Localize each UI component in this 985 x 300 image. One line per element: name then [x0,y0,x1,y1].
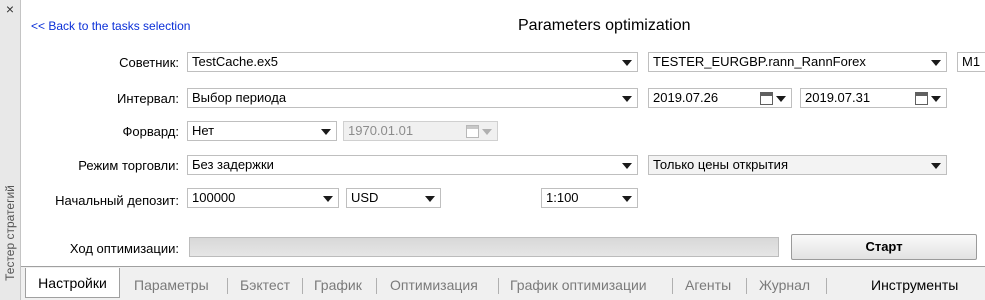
symbol-select[interactable]: TESTER_EURGBP.rann_RannForex [648,52,947,72]
forward-value: Нет [192,123,215,138]
calendar-icon [466,125,479,138]
tab-bar: Настройки Параметры Бэктест График Оптим… [21,267,985,300]
page-title: Parameters optimization [518,17,691,34]
chevron-down-icon [776,96,786,102]
progress-label: Ход оптимизации: [69,241,179,256]
currency-value: USD [351,190,379,205]
chevron-down-icon [323,196,333,202]
settings-panel: << Back to the tasks selection Parameter… [21,0,985,267]
tab-optimization-chart[interactable]: График оптимизации [510,271,647,299]
date-to-value: 2019.07.31 [805,90,871,105]
chevron-down-icon [482,129,492,135]
chevron-down-icon [931,96,941,102]
tab-divider [672,278,673,294]
timeframe-value: M1 [962,54,981,69]
tab-divider [746,278,747,294]
tab-divider [227,278,228,294]
calendar-icon [760,92,773,105]
date-to-picker[interactable]: 2019.07.31 [800,88,947,108]
strategy-tester-sidebar: × Тестер стратегий [0,0,21,300]
delay-value: Без задержки [192,157,274,172]
date-from-value: 2019.07.26 [653,90,719,105]
tab-backtest[interactable]: Бэктест [240,271,290,299]
forward-date-value: 1970.01.01 [348,123,414,138]
forward-date-picker: 1970.01.01 [343,121,498,141]
tab-settings[interactable]: Настройки [25,268,120,298]
expert-label: Советник: [119,55,179,70]
chevron-down-icon [425,196,435,202]
optimization-progress-bar [189,237,779,257]
start-button[interactable]: Старт [791,234,977,260]
back-to-tasks-link[interactable]: << Back to the tasks selection [31,19,190,33]
trade-mode-label: Режим торговли: [78,158,179,173]
currency-select[interactable]: USD [346,188,441,208]
forward-select[interactable]: Нет [187,121,337,141]
tab-optimization[interactable]: Оптимизация [390,271,478,299]
delay-select[interactable]: Без задержки [187,155,638,175]
chevron-down-icon [931,163,941,169]
date-from-picker[interactable]: 2019.07.26 [648,88,792,108]
tab-agents[interactable]: Агенты [685,271,731,299]
chevron-down-icon [321,129,331,135]
chevron-down-icon [622,163,632,169]
deposit-amount-value: 100000 [192,190,236,205]
forward-label: Форвард: [122,124,179,139]
model-select[interactable]: Только цены открытия [648,155,947,175]
leverage-value: 1:100 [546,190,579,205]
tab-journal[interactable]: Журнал [759,271,810,299]
tab-parameters[interactable]: Параметры [134,271,209,299]
tab-divider [302,278,303,294]
interval-label: Интервал: [117,91,179,106]
symbol-value: TESTER_EURGBP.rann_RannForex [653,54,866,69]
calendar-icon [915,92,928,105]
expert-select[interactable]: TestCache.ex5 [187,52,638,72]
tab-divider [376,278,377,294]
tools-label[interactable]: Инструменты [871,271,958,299]
strategy-tester-title: Тестер стратегий [3,185,17,281]
chevron-down-icon [622,60,632,66]
tab-chart[interactable]: График [314,271,362,299]
close-icon[interactable]: × [0,0,20,20]
deposit-label: Начальный депозит: [55,193,179,208]
tab-divider [826,278,827,294]
model-value: Только цены открытия [653,157,788,172]
chevron-down-icon [622,96,632,102]
tab-divider [498,278,499,294]
interval-value: Выбор периода [192,90,287,105]
expert-value: TestCache.ex5 [192,54,278,69]
chevron-down-icon [622,196,632,202]
timeframe-select[interactable]: M1 [957,52,985,72]
leverage-select[interactable]: 1:100 [541,188,638,208]
chevron-down-icon [931,60,941,66]
interval-select[interactable]: Выбор периода [187,88,638,108]
deposit-amount-select[interactable]: 100000 [187,188,339,208]
